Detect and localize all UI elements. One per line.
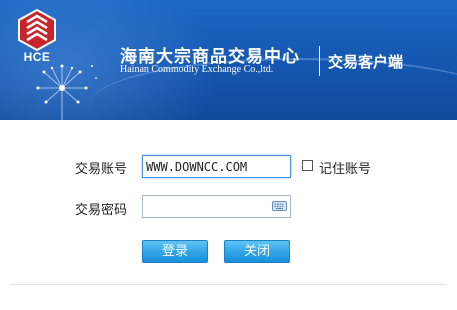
hce-logo-icon [18, 8, 56, 52]
dandelion-icon [36, 64, 97, 120]
remember-account-label[interactable]: 记住账号 [319, 158, 371, 177]
bottom-divider [10, 284, 447, 285]
keyboard-icon[interactable] [272, 200, 287, 212]
password-label: 交易密码 [75, 203, 128, 218]
remember-account-checkbox[interactable] [302, 160, 313, 171]
account-label: 交易账号 [75, 162, 128, 177]
title-en: Hainan Commodity Exchange Co.,ltd. [120, 64, 274, 75]
title-divider [319, 46, 320, 76]
client-subtitle: 交易客户端 [328, 53, 404, 71]
header-banner: HCE 海南大宗商品交易中心 Hainan Commodity Exchange… [0, 0, 457, 120]
password-input[interactable] [142, 195, 291, 218]
close-button[interactable]: 关闭 [224, 240, 290, 263]
login-button[interactable]: 登录 [142, 240, 208, 263]
account-input[interactable] [142, 155, 291, 178]
